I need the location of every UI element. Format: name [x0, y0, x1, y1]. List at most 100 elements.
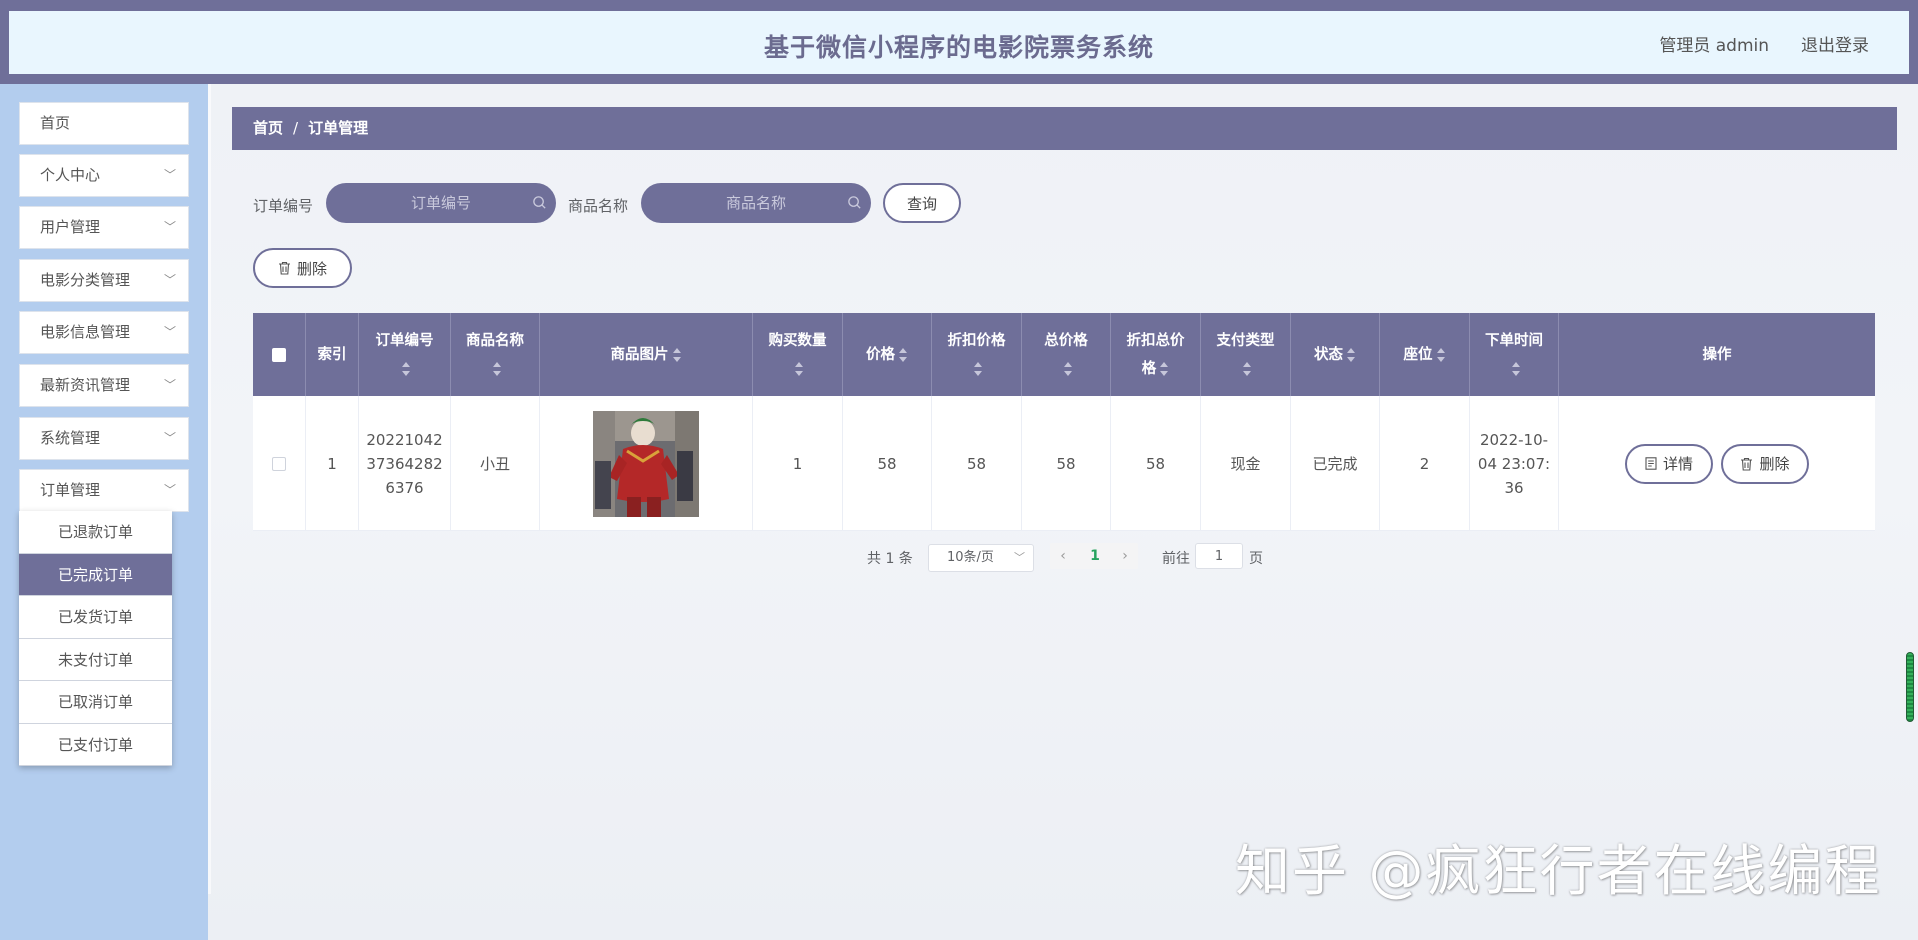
sort-icon[interactable] [402, 361, 411, 376]
header-product-image[interactable]: 商品图片 [540, 313, 753, 396]
select-all-checkbox[interactable] [272, 347, 286, 362]
breadcrumb-home[interactable]: 首页 [253, 119, 283, 137]
header-total-price[interactable]: 总价格 [1022, 313, 1111, 396]
cell-discount-price: 58 [932, 396, 1022, 531]
header-label: 折扣总价格 [1126, 332, 1185, 377]
header-discount-total[interactable]: 折扣总价格 [1111, 313, 1201, 396]
header-status[interactable]: 状态 [1291, 313, 1380, 396]
page-number[interactable]: 1 [1085, 543, 1105, 569]
header-select-all[interactable] [253, 313, 306, 396]
sidebar-item-movie-category[interactable]: 电影分类管理 ﹀ [19, 259, 189, 302]
sidebar-item-label: 订单管理 [40, 481, 101, 499]
header-discount-price[interactable]: 折扣价格 [932, 313, 1022, 396]
chevron-down-icon: ﹀ [1014, 551, 1025, 564]
batch-delete-button[interactable]: 删除 [253, 248, 352, 288]
sort-icon[interactable] [672, 347, 682, 362]
chevron-down-icon: ﹀ [163, 378, 176, 392]
sort-icon[interactable] [899, 347, 908, 362]
trash-icon [1741, 457, 1753, 471]
page-size-select[interactable]: 10条/页 ﹀ [928, 544, 1034, 572]
page-suffix: 页 [1249, 551, 1263, 567]
row-delete-button[interactable]: 删除 [1721, 443, 1809, 484]
sidebar-item-label: 首页 [40, 114, 71, 132]
cell-order-no: 20221042373642826376 [359, 396, 451, 531]
document-icon [1645, 457, 1657, 470]
goto-page-input[interactable] [1195, 543, 1243, 569]
scrollbar-thumb[interactable] [1906, 652, 1914, 722]
header-inner: 基于微信小程序的电影院票务系统 管理员 admin 退出登录 [9, 11, 1909, 74]
header-quantity[interactable]: 购买数量 [753, 313, 843, 396]
sort-icon[interactable] [1511, 361, 1521, 376]
header-label: 价格 [866, 346, 895, 363]
sidebar-item-system[interactable]: 系统管理 ﹀ [19, 417, 189, 460]
detail-button[interactable]: 详情 [1625, 443, 1713, 484]
sidebar-item-home[interactable]: 首页 [19, 102, 189, 145]
sort-icon[interactable] [1160, 361, 1169, 376]
chevron-down-icon: ﹀ [163, 483, 176, 497]
breadcrumb-current: 订单管理 [308, 119, 369, 137]
header-label: 订单编号 [375, 332, 434, 349]
query-button[interactable]: 查询 [883, 183, 961, 223]
sidebar-item-label: 个人中心 [40, 166, 101, 184]
watermark: 知乎 @疯狂行者在线编程 [1235, 839, 1882, 903]
row-checkbox[interactable] [272, 456, 286, 471]
header-order-time[interactable]: 下单时间 [1470, 313, 1559, 396]
sidebar-item-movie-info[interactable]: 电影信息管理 ﹀ [19, 311, 189, 354]
submenu-refunded-orders[interactable]: 已退款订单 [19, 511, 172, 554]
chevron-down-icon: ﹀ [163, 168, 176, 182]
header-pay-type[interactable]: 支付类型 [1201, 313, 1291, 396]
sidebar-divider [208, 84, 211, 894]
chevron-down-icon: ﹀ [163, 431, 176, 445]
header-label: 状态 [1314, 346, 1343, 363]
sort-icon[interactable] [1347, 347, 1356, 362]
order-no-label: 订单编号 [253, 197, 314, 215]
logout-link[interactable]: 退出登录 [1801, 31, 1869, 56]
chevron-down-icon: ﹀ [163, 220, 176, 234]
sort-icon[interactable] [974, 361, 983, 376]
query-button-label: 查询 [906, 194, 937, 213]
product-name-input[interactable] [641, 183, 871, 223]
movie-poster-image[interactable] [593, 410, 699, 517]
header-label: 购买数量 [768, 332, 827, 349]
submenu-cancelled-orders[interactable]: 已取消订单 [19, 681, 172, 724]
table-row: 1 20221042373642826376 小丑 1 58 58 58 58 … [253, 396, 1875, 531]
header-product-name[interactable]: 商品名称 [451, 313, 540, 396]
row-delete-label: 删除 [1759, 455, 1790, 473]
submenu-paid-orders[interactable]: 已支付订单 [19, 724, 172, 766]
prev-page-icon[interactable]: ‹ [1052, 543, 1074, 569]
header-label: 商品名称 [466, 332, 524, 349]
header-index: 索引 [306, 313, 359, 396]
sidebar-item-label: 电影分类管理 [40, 271, 131, 289]
header-price[interactable]: 价格 [843, 313, 932, 396]
submenu-unpaid-orders[interactable]: 未支付订单 [19, 639, 172, 681]
sort-icon[interactable] [795, 361, 804, 376]
pagination-total: 共 1 条 [867, 551, 913, 567]
order-no-input[interactable] [326, 183, 556, 223]
header-seat[interactable]: 座位 [1380, 313, 1470, 396]
page-size-value: 10条/页 [947, 550, 994, 565]
table-header: 索引 订单编号 商品名称 商品图片 购买数量 价格 折扣价格 总价格 折扣总价格… [253, 313, 1875, 396]
breadcrumb: 首页 / 订单管理 [232, 107, 1897, 150]
chevron-down-icon: ﹀ [163, 325, 176, 339]
breadcrumb-separator: / [293, 119, 299, 137]
sidebar-item-news[interactable]: 最新资讯管理 ﹀ [19, 364, 189, 407]
sort-icon[interactable] [1436, 347, 1446, 362]
sort-icon[interactable] [1063, 361, 1073, 376]
submenu-completed-orders[interactable]: 已完成订单 [19, 553, 172, 596]
cell-quantity: 1 [753, 396, 843, 531]
sidebar-item-personal[interactable]: 个人中心 ﹀ [19, 154, 189, 197]
row-select-cell[interactable] [253, 396, 306, 531]
header-actions: 操作 [1559, 313, 1875, 396]
next-page-icon[interactable]: › [1114, 543, 1136, 569]
header-label: 总价格 [1044, 332, 1088, 349]
sidebar-item-users[interactable]: 用户管理 ﹀ [19, 206, 189, 249]
sidebar-item-label: 电影信息管理 [40, 323, 131, 341]
submenu-shipped-orders[interactable]: 已发货订单 [19, 596, 172, 639]
sort-icon[interactable] [1243, 361, 1252, 376]
sidebar-item-orders[interactable]: 订单管理 ﹀ [19, 469, 189, 512]
product-name-label: 商品名称 [568, 197, 629, 215]
cell-total-price: 58 [1022, 396, 1111, 531]
sort-icon[interactable] [492, 361, 502, 376]
admin-label: 管理员 admin [1659, 36, 1769, 56]
header-order-no[interactable]: 订单编号 [359, 313, 451, 396]
